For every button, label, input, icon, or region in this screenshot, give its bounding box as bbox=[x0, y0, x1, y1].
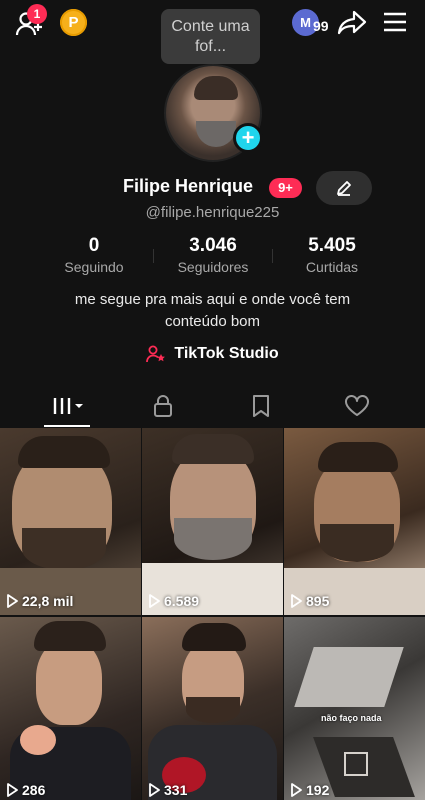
profile-handle: @filipe.henrique225 bbox=[145, 204, 280, 221]
studio-user-star-icon bbox=[146, 345, 166, 363]
name-row: Filipe Henrique 9+ bbox=[0, 171, 425, 205]
video-thumbnail[interactable]: 6.589 bbox=[142, 428, 283, 615]
play-icon bbox=[291, 783, 302, 797]
play-icon bbox=[291, 594, 302, 608]
hamburger-menu-icon bbox=[384, 12, 406, 32]
video-thumbnail[interactable]: 895 bbox=[284, 428, 425, 615]
stat-value: 5.405 bbox=[308, 235, 356, 256]
play-icon bbox=[7, 594, 18, 608]
profile-name: Filipe Henrique bbox=[123, 176, 254, 196]
heart-outline-icon bbox=[345, 395, 369, 416]
add-story-button[interactable]: + bbox=[233, 123, 263, 153]
stat-label: Seguidores bbox=[177, 259, 249, 275]
video-thumbnail[interactable]: 286 bbox=[0, 617, 141, 800]
tab-liked[interactable] bbox=[304, 385, 410, 427]
profile-tabs bbox=[0, 385, 425, 427]
account-count: 99 bbox=[313, 18, 329, 34]
tab-videos[interactable] bbox=[16, 385, 122, 427]
top-bar: 1 P Conte uma fof... M 99 bbox=[0, 0, 425, 64]
share-icon bbox=[337, 10, 367, 35]
active-tab-indicator bbox=[44, 425, 90, 427]
tiktok-studio-link[interactable]: TikTok Studio bbox=[0, 345, 425, 363]
play-icon bbox=[7, 783, 18, 797]
video-grid-icon bbox=[53, 398, 83, 414]
bio-line: conteúdo bom bbox=[164, 313, 261, 330]
plus-icon: + bbox=[241, 125, 255, 150]
view-count: 331 bbox=[148, 782, 187, 798]
profile-badge[interactable]: 9+ bbox=[269, 178, 302, 198]
view-count: 192 bbox=[290, 782, 329, 798]
play-icon bbox=[149, 594, 160, 608]
stat-following[interactable]: 0 Seguindo bbox=[39, 235, 149, 275]
tooltip: Conte uma fof... bbox=[161, 9, 260, 64]
stat-value: 3.046 bbox=[189, 235, 237, 256]
view-count: 286 bbox=[6, 782, 45, 798]
stat-value: 0 bbox=[88, 235, 100, 256]
stat-likes[interactable]: 5.405 Curtidas bbox=[277, 235, 387, 275]
video-thumbnail[interactable]: não faço nada 192 bbox=[284, 617, 425, 800]
stat-followers[interactable]: 3.046 Seguidores bbox=[158, 235, 268, 275]
view-count: 895 bbox=[290, 593, 329, 609]
edit-profile-button[interactable] bbox=[316, 171, 372, 205]
bio-line: me segue pra mais aqui e onde você tem bbox=[74, 291, 351, 308]
share-button[interactable] bbox=[336, 8, 368, 36]
menu-button[interactable] bbox=[380, 9, 410, 35]
stat-label: Seguindo bbox=[64, 259, 124, 275]
tab-saved[interactable] bbox=[208, 385, 314, 427]
view-count: 6.589 bbox=[148, 593, 199, 609]
profile-avatar-wrapper: + bbox=[164, 64, 263, 162]
notification-badge: 1 bbox=[27, 4, 47, 24]
video-thumbnail[interactable]: 22,8 mil bbox=[0, 428, 141, 615]
studio-label: TikTok Studio bbox=[174, 345, 279, 362]
profile-stats: 0 Seguindo 3.046 Seguidores 5.405 Curtid… bbox=[0, 235, 425, 275]
video-thumbnail[interactable]: 331 bbox=[142, 617, 283, 800]
play-icon bbox=[149, 783, 160, 797]
view-count: 22,8 mil bbox=[6, 593, 73, 609]
stat-label: Curtidas bbox=[305, 259, 359, 275]
video-overlay-text: não faço nada bbox=[321, 713, 382, 723]
coins-button[interactable]: P bbox=[60, 9, 87, 36]
tab-private[interactable] bbox=[110, 385, 216, 427]
bookmark-icon bbox=[253, 395, 269, 417]
profile-bio: me segue pra mais aqui e onde você tem c… bbox=[0, 289, 425, 333]
tooltip-text: Conte uma fof... bbox=[171, 18, 250, 55]
pencil-icon bbox=[337, 181, 351, 196]
lock-icon bbox=[154, 395, 172, 417]
